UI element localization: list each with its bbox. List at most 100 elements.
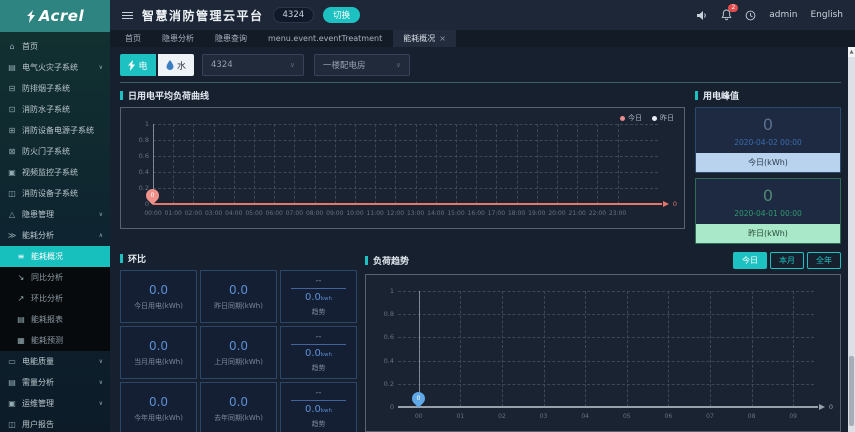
sidebar-collapse-icon[interactable] xyxy=(122,11,133,19)
sidebar-item[interactable]: ⌂ 首页 xyxy=(0,36,110,57)
sidebar-menu: ⌂ 首页 ▤ 电气火灾子系统 ∨ ⊟ 防排烟子系统 ⊡ 消防水子系统 ⊞ 消防设备电源子系统 ⊠ 防火门… xyxy=(0,32,110,246)
sidebar-item[interactable]: ↘ 同比分析 xyxy=(0,267,110,288)
trend-unit: kwh xyxy=(320,352,333,358)
daily-load-section: 日用电平均负荷曲线 今日 昨日 00:00 01:00 02:00 03:00 04:0… xyxy=(120,89,685,244)
sidebar-item[interactable]: ◫ 消防设备子系统 xyxy=(0,183,110,204)
range-year-button[interactable]: 全年 xyxy=(807,252,841,269)
sidebar-item[interactable]: ▭ 电能质量 ∨ xyxy=(0,351,110,372)
ring-title: 环比 xyxy=(120,252,357,265)
data-pin-marker: 0 xyxy=(143,186,162,205)
zero-series-line xyxy=(398,406,818,408)
trend-top-value: -- xyxy=(315,388,322,397)
sidebar-item[interactable]: ⊡ 消防水子系统 xyxy=(0,99,110,120)
sidebar-item[interactable]: ≡ 能耗概况 xyxy=(0,246,110,267)
vertical-scrollbar[interactable]: ▲ xyxy=(848,47,855,432)
room-select[interactable]: 一楼配电房 ∨ xyxy=(314,54,410,76)
tab-item[interactable]: menu.event.eventTreatment xyxy=(258,30,392,47)
notification-bell-icon[interactable]: 2 xyxy=(721,4,739,21)
trend-label: 趋势 xyxy=(311,420,326,428)
energy-analysis-icon: ≫ xyxy=(7,231,17,240)
sidebar-item[interactable]: ≫ 能耗分析 ∧ xyxy=(0,225,110,246)
sidebar-item[interactable]: ▤ 需量分析 ∨ xyxy=(0,372,110,393)
grid-vline xyxy=(516,124,518,204)
legend-today[interactable]: 今日 xyxy=(620,113,642,123)
grid-vline xyxy=(314,124,316,204)
scrollbar-up-arrow-icon[interactable]: ▲ xyxy=(848,47,855,57)
water-toggle-button[interactable]: 水 xyxy=(158,54,194,76)
legend-yesterday[interactable]: 昨日 xyxy=(652,113,674,123)
tab-active[interactable]: 能耗概况 × xyxy=(393,30,456,47)
sidebar-item[interactable]: ▣ 视频监控子系统 xyxy=(0,162,110,183)
username[interactable]: admin xyxy=(769,10,797,20)
grid-vline xyxy=(435,124,437,204)
peak-yesterday-card: 0 2020-04-01 00:00 昨日(kWh) xyxy=(695,178,841,244)
sidebar-item[interactable]: ◫ 用户报告 xyxy=(0,414,110,432)
sidebar-item[interactable]: ⊞ 消防设备电源子系统 xyxy=(0,120,110,141)
ring-card-label: 今年用电(kWh) xyxy=(134,413,183,422)
video-monitor-icon: ▣ xyxy=(8,168,16,177)
x-tick-label: 03 xyxy=(539,413,548,420)
grid-vline xyxy=(597,124,599,204)
peak-today-footer: 今日(kWh) xyxy=(696,153,840,172)
device-select[interactable]: 4324 ∨ xyxy=(202,54,304,76)
grid-vline xyxy=(476,124,478,204)
x-tick-label: 03:00 xyxy=(204,210,223,217)
grid-vline xyxy=(536,124,538,204)
peak-today-time: 2020-04-02 00:00 xyxy=(734,138,802,147)
sidebar-item[interactable]: △ 隐患管理 ∨ xyxy=(0,204,110,225)
grid-hline xyxy=(398,337,814,339)
filter-row: 电 水 4324 ∨ 一楼配电房 ∨ xyxy=(120,53,841,77)
trend-value: 0.0kwh xyxy=(304,404,333,415)
sidebar-item[interactable]: ▣ 运维管理 ∨ xyxy=(0,393,110,414)
energy-overview-icon: ≡ xyxy=(17,252,25,261)
language-switch[interactable]: English xyxy=(811,10,844,20)
tab-label: menu.event.eventTreatment xyxy=(268,34,383,43)
peak-yesterday-value: 0 xyxy=(762,186,774,205)
sidebar-item[interactable]: ▦ 能耗预测 xyxy=(0,330,110,351)
sidebar-submenu: ≡ 能耗概况 ↘ 同比分析 ↗ 环比分析 ▤ 能耗报表 ▦ 能耗预测 xyxy=(0,246,110,351)
grid-vline xyxy=(213,124,215,204)
grid-vline xyxy=(585,291,587,407)
grid-hline xyxy=(398,383,814,385)
energy-forecast-icon: ▦ xyxy=(17,336,25,345)
sidebar-item[interactable]: ⊟ 防排烟子系统 xyxy=(0,78,110,99)
room-select-value: 一楼配电房 xyxy=(323,61,366,71)
sidebar-item-label: 防火门子系统 xyxy=(22,147,70,156)
grid-vline xyxy=(456,124,457,204)
electricity-toggle-button[interactable]: 电 xyxy=(120,54,156,76)
range-today-button[interactable]: 今日 xyxy=(733,252,767,269)
chevron-down-icon: ∨ xyxy=(98,64,103,71)
sidebar-item-label: 首页 xyxy=(22,42,38,51)
sidebar-item-label: 运维管理 xyxy=(22,399,54,408)
sound-icon[interactable] xyxy=(696,10,708,21)
logo-text: Acrel xyxy=(38,7,85,25)
x-tick-label: 09 xyxy=(789,413,798,420)
sidebar-item-label: 消防水子系统 xyxy=(22,105,70,114)
sidebar: Acrel ⌂ 首页 ▤ 电气火灾子系统 ∨ ⊟ 防排烟子系统 ⊡ 消防水子系统 ⊞ 消防设备电源子… xyxy=(0,0,110,432)
grid-vline xyxy=(793,291,795,407)
x-tick-label: 01 xyxy=(456,413,465,420)
clock-icon[interactable] xyxy=(745,10,756,21)
tab-item[interactable]: 隐患查询 xyxy=(205,30,257,47)
grid-vline xyxy=(710,291,711,407)
switch-project-button[interactable]: 切换 xyxy=(323,7,361,23)
tab-close-icon[interactable]: × xyxy=(439,34,446,43)
x-tick-label: 04 xyxy=(581,413,590,420)
load-trend-plot: 00 01 02 03 04 05 06 07 08 09 1 0.8 0.6 0.4 0.2 0 0 0 xyxy=(384,287,833,420)
scrollbar-thumb[interactable] xyxy=(849,356,854,426)
sidebar-item[interactable]: ▤ 能耗报表 xyxy=(0,309,110,330)
ring-grid: 0.0 今日用电(kWh) 0.0 昨日同期(kWh) -- 0.0kwh 趋势 0.0 当月用… xyxy=(120,270,357,432)
bolt-icon xyxy=(128,59,136,71)
sidebar-item[interactable]: ▤ 电气火灾子系统 ∨ xyxy=(0,57,110,78)
y-tick-label: 0.6 xyxy=(383,333,394,342)
sidebar-item[interactable]: ⊠ 防火门子系统 xyxy=(0,141,110,162)
tab-item[interactable]: 首页 xyxy=(115,30,151,47)
hazard-management-icon: △ xyxy=(8,210,16,219)
x-tick-label: 20:00 xyxy=(548,210,566,217)
tab-item[interactable]: 隐患分析 xyxy=(152,30,204,47)
content-area: 电 水 4324 ∨ 一楼配电房 ∨ 日用电平均负荷曲线 今日 昨日 00:00… xyxy=(110,47,855,432)
grid-vline xyxy=(395,124,397,204)
ring-card-label: 去年同期(kWh) xyxy=(214,413,263,422)
sidebar-item[interactable]: ↗ 环比分析 xyxy=(0,288,110,309)
range-month-button[interactable]: 本月 xyxy=(770,252,804,269)
